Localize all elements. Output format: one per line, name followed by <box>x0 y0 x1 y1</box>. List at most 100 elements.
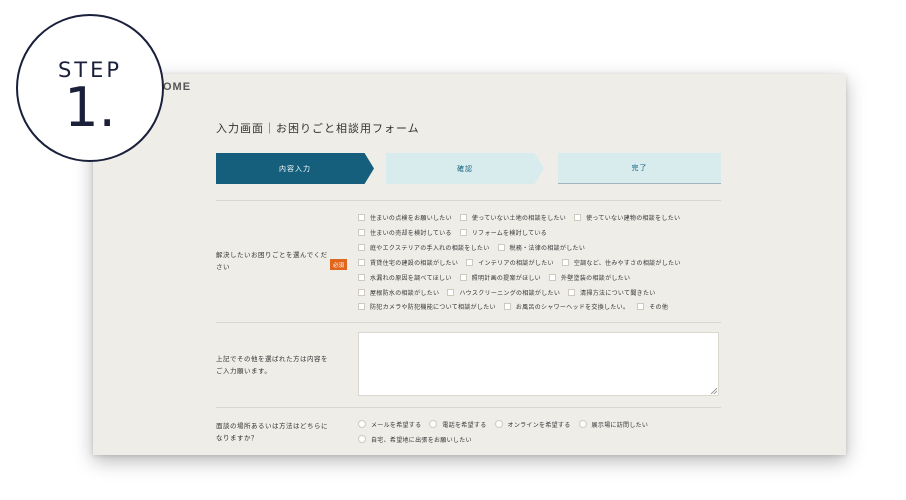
q1-row: 住まいの売却を検討している リフォームを検討している <box>358 226 555 238</box>
checkbox-label: 屋根防水の相談がしたい <box>370 289 440 297</box>
checkbox-option[interactable]: 使っていない建物の相談をしたい <box>574 213 680 222</box>
checkbox-option[interactable]: その他 <box>637 302 668 311</box>
checkbox-box[interactable] <box>358 213 365 221</box>
checkbox-box[interactable] <box>459 213 467 221</box>
checkbox-box[interactable] <box>561 258 569 266</box>
checkbox-option[interactable]: 清掃方法について聞きたい <box>568 288 655 297</box>
divider <box>216 200 721 201</box>
checkbox-option[interactable]: 外壁塗装の相談がしたい <box>548 273 631 282</box>
checkbox-box[interactable] <box>358 288 365 296</box>
radio-circle[interactable] <box>358 420 366 428</box>
q3-row: 自宅、希望地に出張をお願いしたい <box>358 433 480 445</box>
q1-row: 住まいの点検をお願いしたい 使っていない土地の相談をしたい 使っていない建物の相… <box>358 211 688 223</box>
checkbox-box[interactable] <box>459 228 467 236</box>
checkbox-option[interactable]: ハウスクリーニングの相談がしたい <box>447 288 560 297</box>
step-number: 1. <box>64 76 116 139</box>
radio-circle[interactable] <box>429 420 438 428</box>
checkbox-option[interactable]: 水漏れの原因を調べてほしい <box>358 273 452 282</box>
radio-label: 電話を希望する <box>442 421 487 429</box>
checkbox-label: 外壁塗装の相談がしたい <box>560 274 631 282</box>
radio-label: 展示場に訪問したい <box>591 421 649 429</box>
checkbox-box[interactable] <box>358 273 365 281</box>
step-complete-label: 完了 <box>631 164 648 172</box>
form-card: OME 入力画面｜お困りごと相談用フォーム 内容入力 確認 完了 解決したいお困… <box>93 74 846 455</box>
checkbox-option[interactable]: 使っていない土地の相談をしたい <box>459 213 567 222</box>
q1-row: 防犯カメラや防犯機能について相談がしたい お風呂のシャワーヘッドを交換したい。 … <box>358 300 676 312</box>
required-badge: 必須 <box>330 259 347 270</box>
checkbox-option[interactable]: 庭やエクステリアの手入れの相談をしたい <box>358 243 490 252</box>
radio-label: オンラインを希望する <box>507 421 571 429</box>
checkbox-box[interactable] <box>447 288 455 296</box>
q3-label: 面談の場所あるいは方法はどちらに なりますか？ <box>216 420 328 444</box>
q3-label-line2: なりますか？ <box>216 434 258 442</box>
q1-row: 賃貸住宅の建設の相談がしたい インテリアの相談がしたい 空調など、住みやすさの相… <box>358 256 689 268</box>
checkbox-option[interactable]: インテリアの相談がしたい <box>466 258 554 267</box>
resize-grip-icon[interactable] <box>711 388 717 394</box>
divider <box>216 322 721 323</box>
checkbox-label: 税務・法律の相談がしたい <box>509 244 586 252</box>
checkbox-label: お風呂のシャワーヘッドを交換したい。 <box>515 303 630 311</box>
checkbox-box[interactable] <box>568 288 576 296</box>
step-badge: STEP 1. <box>16 14 164 162</box>
checkbox-box[interactable] <box>637 302 645 310</box>
site-logo[interactable]: OME <box>163 81 191 93</box>
checkbox-option[interactable]: 屋根防水の相談がしたい <box>358 288 439 297</box>
checkbox-label: 庭やエクステリアの手入れの相談をしたい <box>370 244 490 252</box>
checkbox-label: リフォームを検討している <box>471 229 547 237</box>
checkbox-option[interactable]: 税務・法律の相談がしたい <box>497 243 586 252</box>
checkbox-option[interactable]: 空調など、住みやすさの相談がしたい <box>561 258 681 267</box>
other-details-textarea[interactable] <box>358 332 719 396</box>
radio-label: メールを希望する <box>371 421 422 429</box>
checkbox-option[interactable]: 住まいの売却を検討している <box>358 228 452 237</box>
checkbox-box[interactable] <box>548 273 556 281</box>
radio-circle[interactable] <box>358 435 366 443</box>
checkbox-label: 住まいの点検をお願いしたい <box>370 214 452 222</box>
checkbox-box[interactable] <box>466 258 474 266</box>
checkbox-box[interactable] <box>574 213 582 221</box>
page-title: 入力画面｜お困りごと相談用フォーム <box>216 122 420 135</box>
radio-circle[interactable] <box>494 420 503 428</box>
radio-label: 自宅、希望地に出張をお願いしたい <box>371 436 472 444</box>
checkbox-option[interactable]: リフォームを検討している <box>459 228 547 237</box>
step-complete: 完了 <box>558 153 721 184</box>
checkbox-box[interactable] <box>497 243 505 251</box>
checkbox-box[interactable] <box>459 273 467 281</box>
radio-option[interactable]: オンラインを希望する <box>494 420 571 429</box>
progress-steps: 内容入力 確認 完了 <box>216 153 721 184</box>
step-input: 内容入力 <box>216 153 374 184</box>
checkbox-label: 防犯カメラや防犯機能について相談がしたい <box>370 303 496 311</box>
divider <box>216 407 721 408</box>
checkbox-option[interactable]: 照明計画の提案がほしい <box>459 273 541 282</box>
radio-option[interactable]: 自宅、希望地に出張をお願いしたい <box>358 435 472 444</box>
checkbox-box[interactable] <box>358 228 365 236</box>
step-input-label: 内容入力 <box>279 164 311 173</box>
checkbox-label: 賃貸住宅の建設の相談がしたい <box>370 259 459 267</box>
q1-label-line2: さい <box>216 263 230 271</box>
checkbox-label: 清掃方法について聞きたい <box>580 289 656 297</box>
radio-option[interactable]: 電話を希望する <box>429 420 486 429</box>
q2-label: 上記でその他を選ばれた方は内容を ご入力願います。 <box>216 353 328 377</box>
q1-row: 庭やエクステリアの手入れの相談をしたい 税務・法律の相談がしたい <box>358 241 593 253</box>
checkbox-label: ハウスクリーニングの相談がしたい <box>459 289 561 297</box>
q1-row: 屋根防水の相談がしたい ハウスクリーニングの相談がしたい 清掃方法について聞きた… <box>358 286 664 298</box>
radio-option[interactable]: 展示場に訪問したい <box>578 420 649 429</box>
checkbox-option[interactable]: 防犯カメラや防犯機能について相談がしたい <box>358 302 496 311</box>
checkbox-label: 使っていない土地の相談をしたい <box>471 214 567 222</box>
radio-option[interactable]: メールを希望する <box>358 420 421 429</box>
checkbox-box[interactable] <box>358 258 365 266</box>
q2-label-line2: ご入力願います。 <box>216 367 272 375</box>
checkbox-box[interactable] <box>503 302 511 310</box>
q3-row: メールを希望する 電話を希望する オンラインを希望する 展示場に訪問したい <box>358 418 656 430</box>
checkbox-box[interactable] <box>358 243 365 251</box>
radio-circle[interactable] <box>578 420 587 428</box>
checkbox-option[interactable]: お風呂のシャワーヘッドを交換したい。 <box>503 302 630 311</box>
q1-row: 水漏れの原因を調べてほしい 照明計画の提案がほしい 外壁塗装の相談がしたい <box>358 271 638 283</box>
checkbox-label: 使っていない建物の相談をしたい <box>586 214 681 222</box>
checkbox-option[interactable]: 住まいの点検をお願いしたい <box>358 213 452 222</box>
checkbox-label: その他 <box>649 303 669 311</box>
checkbox-option[interactable]: 賃貸住宅の建設の相談がしたい <box>358 258 458 267</box>
checkbox-label: 照明計画の提案がほしい <box>471 274 541 282</box>
checkbox-box[interactable] <box>358 302 365 310</box>
q2-label-line1: 上記でその他を選ばれた方は内容を <box>216 355 328 363</box>
step-confirm: 確認 <box>386 153 544 184</box>
